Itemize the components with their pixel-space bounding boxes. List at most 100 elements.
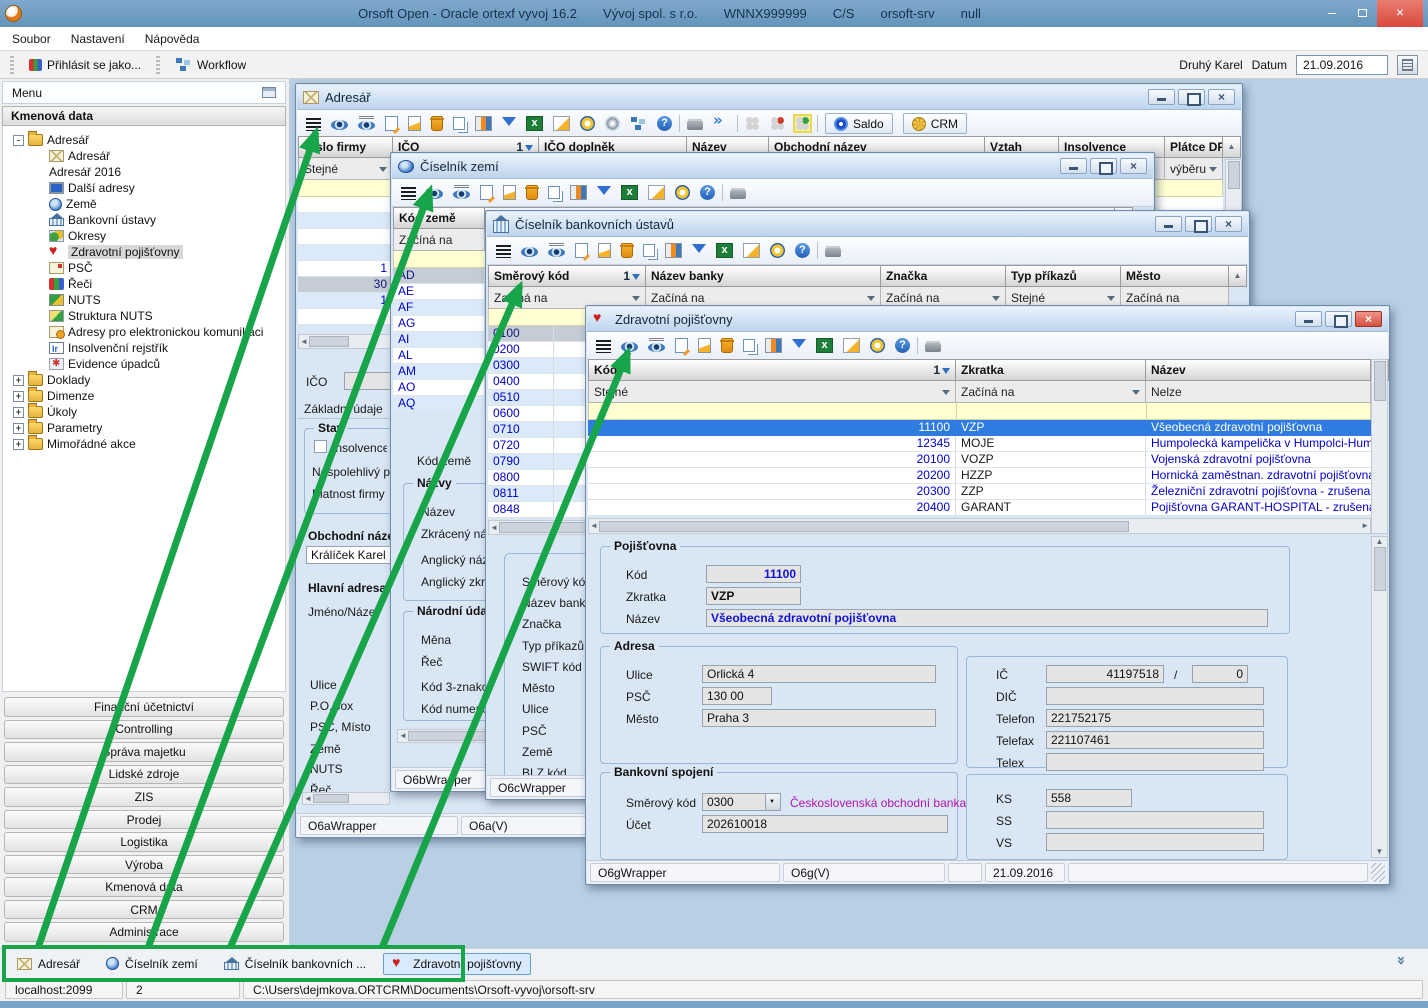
tree-item-dalsi-adresy[interactable]: Další adresy [3, 180, 285, 196]
module-sprava-majetku[interactable]: Správa majetku [4, 742, 284, 762]
main-minimize-button[interactable]: – [1317, 0, 1347, 27]
excel-export-icon[interactable] [716, 243, 733, 258]
tab-zakladni-udaje[interactable]: Základní údaje [304, 402, 383, 416]
zemi-titlebar[interactable]: Číselník zemí [392, 154, 1153, 179]
clover-green-icon[interactable] [795, 116, 810, 131]
restore-button[interactable] [1325, 311, 1352, 327]
panel-minimize-icon[interactable] [262, 87, 276, 98]
minimize-button[interactable] [1295, 311, 1322, 327]
print-icon[interactable] [730, 190, 746, 199]
scheduler-icon[interactable] [770, 243, 785, 258]
expand-icon[interactable]: + [13, 375, 24, 386]
media-icon[interactable] [605, 116, 620, 131]
grid-menu-icon[interactable] [496, 245, 511, 258]
scrollbar-top[interactable]: ▲ [1229, 265, 1247, 287]
edit-record-icon[interactable] [598, 243, 611, 258]
minimize-button[interactable] [1060, 158, 1087, 174]
tree-item-psc[interactable]: PSČ [3, 260, 285, 276]
print-icon[interactable] [687, 121, 703, 130]
ulice-field[interactable]: Orlická 4 [702, 665, 936, 683]
restore-button[interactable] [1185, 216, 1212, 232]
pojistovny-search-row[interactable] [588, 403, 1371, 420]
filter-icon[interactable] [597, 186, 611, 202]
column-header[interactable]: Směrový kód1 [488, 265, 646, 287]
module-administrace[interactable]: Administrace [4, 922, 284, 942]
module-logistika[interactable]: Logistika [4, 832, 284, 852]
resize-grip[interactable] [1371, 863, 1385, 882]
h-scrollbar[interactable]: ◄ [298, 334, 393, 349]
table-row[interactable]: 12345MOJEHumpolecká kampelička v Humpolc… [588, 436, 1371, 452]
new-record-icon[interactable] [385, 116, 398, 131]
help-icon[interactable] [895, 338, 910, 353]
detail-v-scrollbar[interactable]: ▲▼ [1371, 536, 1388, 858]
scheduler-icon[interactable] [580, 116, 595, 131]
copy-record-icon[interactable] [743, 339, 755, 352]
form-h-scrollbar[interactable]: ◄ [302, 792, 390, 805]
filter-cell[interactable]: Začíná na [956, 381, 1146, 403]
column-header[interactable]: Zkratka [956, 359, 1146, 381]
tree-item-evidence-upadcu[interactable]: Evidence úpadců [3, 356, 285, 372]
table-row[interactable]: 20400GARANTPojišťovna GARANT-HOSPITAL - … [588, 500, 1371, 516]
ucet-field[interactable]: 202610018 [702, 815, 948, 833]
column-header[interactable]: Značka [881, 265, 1006, 287]
expand-icon[interactable]: + [13, 391, 24, 402]
edit-record-icon[interactable] [698, 338, 711, 353]
nazev-field[interactable]: Všeobecná zdravotní pojišťovna [706, 609, 1268, 627]
module-crm[interactable]: CRM [4, 900, 284, 920]
saldo-button[interactable]: Saldo [825, 113, 893, 134]
view-columns-icon[interactable] [548, 248, 565, 257]
zkratka-field[interactable]: VZP [706, 587, 801, 605]
adresar-titlebar[interactable]: Adresář [297, 85, 1241, 110]
table-row[interactable]: 20300ZZPŽelezniční zdravotní pojišťovna … [588, 484, 1371, 500]
crm-button[interactable]: CRM [903, 113, 967, 134]
notes-icon[interactable] [843, 338, 860, 353]
grid-menu-icon[interactable] [596, 340, 611, 353]
restore-button[interactable] [1090, 158, 1117, 174]
close-button[interactable] [1355, 311, 1382, 327]
h-scrollbar[interactable]: ◄► [588, 518, 1371, 534]
calendar-icon[interactable] [1397, 55, 1418, 75]
column-header[interactable]: Typ příkazů [1006, 265, 1121, 287]
table-row[interactable]: 20200HZZPHornická zaměstnan. zdravotní p… [588, 468, 1371, 484]
filter-icon[interactable] [692, 244, 706, 260]
notes-icon[interactable] [743, 243, 760, 258]
tree-item-doklady[interactable]: +Doklady [3, 372, 285, 388]
mesto-field[interactable]: Praha 3 [702, 709, 936, 727]
telex-field[interactable] [1046, 753, 1264, 771]
column-header[interactable]: Název banky [646, 265, 881, 287]
module-vyroba[interactable]: Výroba [4, 855, 284, 875]
notes-icon[interactable] [648, 185, 665, 200]
grid-menu-icon[interactable] [401, 187, 416, 200]
grid-menu-icon[interactable] [306, 118, 321, 131]
tree-item-reci[interactable]: Řeči [3, 276, 285, 292]
tree-item-zeme[interactable]: Země [3, 196, 285, 212]
filter-cell[interactable]: Stejné [298, 158, 393, 180]
expand-icon[interactable]: + [13, 407, 24, 418]
taskbar-overflow-icon[interactable]: » [1393, 956, 1408, 966]
clover-red-icon[interactable] [770, 116, 785, 131]
notes-icon[interactable] [553, 116, 570, 131]
column-header[interactable]: Název [1146, 359, 1371, 381]
scheduler-icon[interactable] [870, 338, 885, 353]
delete-record-icon[interactable] [431, 116, 443, 131]
workflow-button[interactable]: Workflow [169, 55, 252, 74]
tree-item-okresy[interactable]: Okresy [3, 228, 285, 244]
telefax-field[interactable]: 221107461 [1046, 731, 1264, 749]
module-kmenova-data[interactable]: Kmenová data [4, 877, 284, 897]
filter-cell[interactable]: Začíná na [393, 229, 485, 251]
taskbar-item-banky[interactable]: Číselník bankovních ... [215, 953, 375, 975]
table-row[interactable]: 20100VOZPVojenská zdravotní pojišťovna [588, 452, 1371, 468]
excel-export-icon[interactable] [816, 338, 833, 353]
column-header[interactable]: Kód1 [588, 359, 956, 381]
telefon-field[interactable]: 221752175 [1046, 709, 1264, 727]
copy-record-icon[interactable] [453, 117, 465, 130]
tree-item-adresar-2016[interactable]: Adresář 2016 [3, 164, 285, 180]
tree-item-insolvencni-rejstrik[interactable]: Insolvenční rejstřík [3, 340, 285, 356]
table-settings-icon[interactable] [665, 243, 682, 258]
view-columns-icon[interactable] [453, 190, 470, 199]
filter-cell[interactable]: Nelze [1146, 381, 1371, 403]
excel-export-icon[interactable] [621, 185, 638, 200]
bank-titlebar[interactable]: Číselník bankovních ústavů [487, 212, 1248, 237]
help-icon[interactable] [700, 185, 715, 200]
table-settings-icon[interactable] [765, 338, 782, 353]
